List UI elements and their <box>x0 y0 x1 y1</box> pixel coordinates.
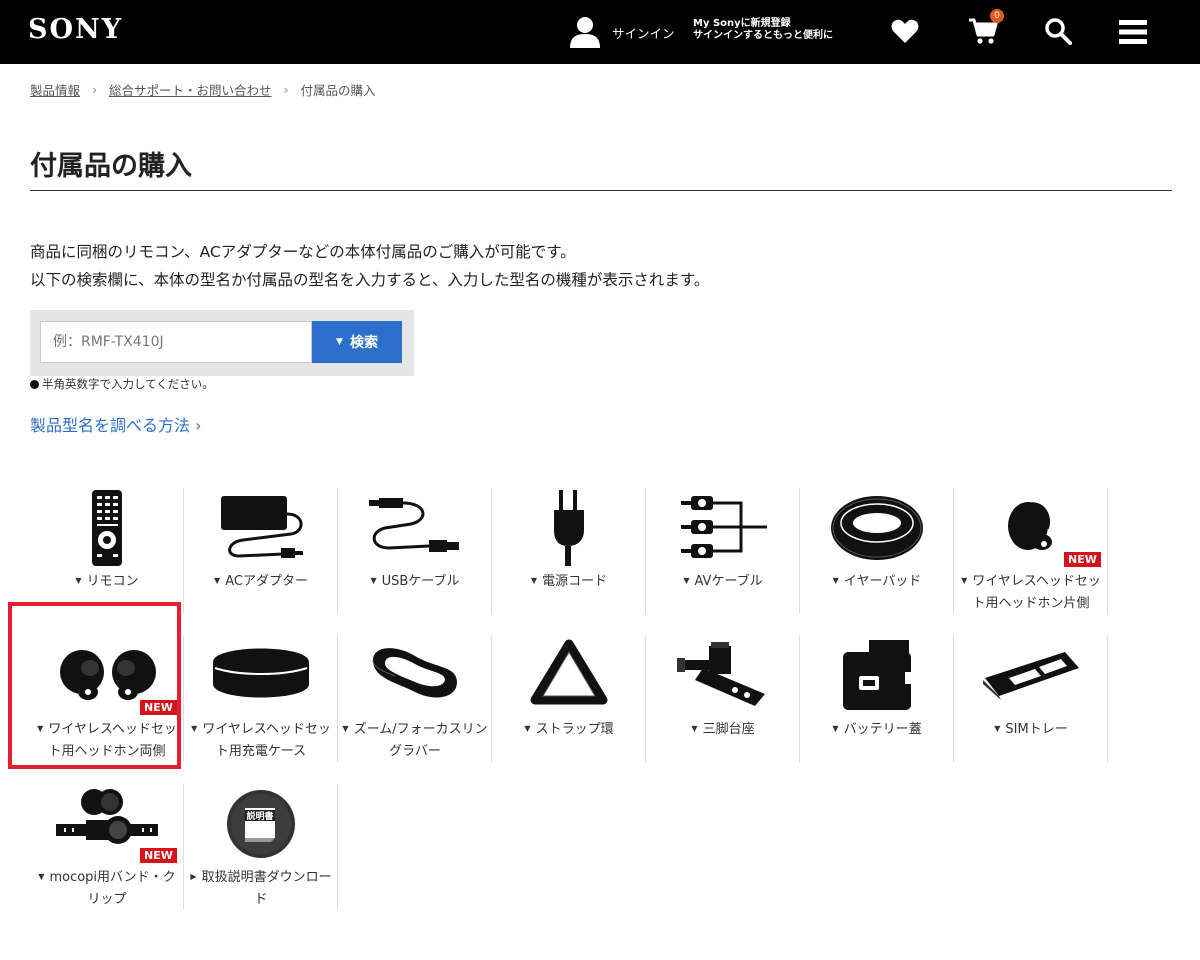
ac-adapter-icon <box>221 496 303 558</box>
manual-icon: 説明書 <box>227 790 295 858</box>
strap-ring-icon <box>530 639 608 705</box>
breadcrumb-separator: › <box>283 82 289 97</box>
highlight-frame <box>8 602 181 769</box>
description-line-1: 商品に同梱のリモコン、ACアダプターなどの本体付属品のご購入が可能です。 <box>30 243 576 261</box>
category-av-cable[interactable]: ▼ AVケーブル <box>646 488 800 628</box>
caret-down-icon: ▼ <box>994 724 1001 733</box>
category-charging-case[interactable]: ▼ ワイヤレスヘッドセット用充電ケース <box>184 636 338 776</box>
title-divider <box>30 190 1172 191</box>
cart-count-badge: 0 <box>990 9 1004 23</box>
mysony-line1: My Sonyに新規登録 <box>693 18 791 29</box>
category-label: リモコン <box>86 574 139 589</box>
breadcrumb-product-info[interactable]: 製品情報 <box>30 80 80 99</box>
breadcrumb: 製品情報 › 総合サポート・お問い合わせ › 付属品の購入 <box>30 80 376 99</box>
global-header: SONY サインイン My Sonyに新規登録 サインインするともっと便利に 0 <box>0 0 1200 64</box>
tripod-mount-icon <box>677 642 765 706</box>
category-ac-adapter[interactable]: ▼ ACアダプター <box>184 488 338 628</box>
caret-down-icon: ▼ <box>524 724 531 733</box>
manual-badge-text: 説明書 <box>246 810 273 822</box>
caret-down-icon: ▼ <box>75 576 82 585</box>
description-line-2: 以下の検索欄に、本体の型名か付属品の型名を入力すると、入力した型名の機種が表示さ… <box>30 271 710 289</box>
category-label: ACアダプター <box>225 574 308 589</box>
new-badge: NEW <box>140 848 177 863</box>
ring-rubber-icon <box>372 648 457 698</box>
caret-down-icon: ▼ <box>336 337 343 347</box>
mysony-line2: サインインするともっと便利に <box>693 30 833 41</box>
mocopi-band-icon <box>56 789 158 844</box>
charging-case-icon <box>213 648 309 698</box>
caret-right-icon: ▶ <box>190 872 197 881</box>
caret-down-icon: ▼ <box>214 576 221 585</box>
category-label: ストラップ環 <box>535 722 614 737</box>
av-cable-icon <box>681 496 767 558</box>
breadcrumb-separator: › <box>92 82 98 97</box>
breadcrumb-support[interactable]: 総合サポート・お問い合わせ <box>109 80 272 99</box>
caret-down-icon: ▼ <box>370 576 377 585</box>
user-icon <box>570 17 600 48</box>
power-cord-icon <box>554 490 584 566</box>
category-label: イヤーパッド <box>843 574 922 589</box>
usb-cable-icon <box>369 498 459 552</box>
category-label: バッテリー蓋 <box>843 722 922 737</box>
search-note: 半角英数字で入力してください。 <box>30 376 214 392</box>
search-button-label: 検索 <box>349 335 378 351</box>
sim-tray-icon <box>983 652 1079 700</box>
caret-down-icon: ▼ <box>530 576 538 585</box>
earpad-icon <box>831 496 923 560</box>
category-label: ズーム/フォーカスリングラバー <box>353 722 488 759</box>
category-power-cord[interactable]: ▼ 電源コード <box>492 488 646 628</box>
category-label: ワイヤレスヘッドセット用ヘッドホン片側 <box>972 574 1101 611</box>
mysony-register-link[interactable]: My Sonyに新規登録 サインインするともっと便利に <box>693 18 833 42</box>
category-manual-download[interactable]: 説明書 ▶ 取扱説明書ダウンロード <box>184 784 338 924</box>
page-description: 商品に同梱のリモコン、ACアダプターなどの本体付属品のご購入が可能です。 以下の… <box>30 238 709 294</box>
category-label: 電源コード <box>542 574 608 589</box>
search-note-text: 半角英数字で入力してください。 <box>42 377 214 391</box>
caret-down-icon: ▼ <box>38 872 45 881</box>
search-box: ▼ 検索 <box>30 310 414 376</box>
caret-down-icon: ▼ <box>832 576 839 585</box>
category-sim-tray[interactable]: ▼ SIMトレー <box>954 636 1108 776</box>
category-label: SIMトレー <box>1005 722 1068 737</box>
category-label: AVケーブル <box>694 574 763 589</box>
category-label: 三脚台座 <box>702 722 755 737</box>
category-single-earbud[interactable]: NEW ▼ ワイヤレスヘッドセット用ヘッドホン片側 <box>954 488 1108 628</box>
signin-button[interactable]: サインイン <box>568 12 675 52</box>
category-label: ワイヤレスヘッドセット用充電ケース <box>202 722 331 759</box>
caret-down-icon: ▼ <box>832 724 839 733</box>
menu-icon[interactable] <box>1119 19 1147 45</box>
single-earbud-icon <box>1008 502 1052 550</box>
sony-logo[interactable]: SONY <box>28 14 123 45</box>
search-input[interactable] <box>40 321 312 363</box>
caret-down-icon: ▼ <box>191 724 198 733</box>
category-mocopi-band[interactable]: NEW ▼ mocopi用バンド・クリップ <box>30 784 184 924</box>
signin-label: サインイン <box>612 25 675 41</box>
caret-down-icon: ▼ <box>961 576 968 585</box>
new-badge: NEW <box>1064 552 1101 567</box>
caret-down-icon: ▼ <box>691 724 698 733</box>
category-tripod-mount[interactable]: ▼ 三脚台座 <box>646 636 800 776</box>
category-battery-cover[interactable]: ▼ バッテリー蓋 <box>800 636 954 776</box>
category-label: USBケーブル <box>381 574 460 589</box>
caret-down-icon: ▼ <box>683 576 690 585</box>
category-label: mocopi用バンド・クリップ <box>49 870 176 907</box>
category-ring-rubber[interactable]: ▼ ズーム/フォーカスリングラバー <box>338 636 492 776</box>
caret-down-icon: ▼ <box>342 724 349 733</box>
page-title: 付属品の購入 <box>30 151 192 182</box>
category-earpad[interactable]: ▼ イヤーパッド <box>800 488 954 628</box>
breadcrumb-current: 付属品の購入 <box>300 83 376 98</box>
remote-icon <box>92 490 122 566</box>
category-usb-cable[interactable]: ▼ USBケーブル <box>338 488 492 628</box>
category-strap-ring[interactable]: ▼ ストラップ環 <box>492 636 646 776</box>
search-button[interactable]: ▼ 検索 <box>312 321 402 363</box>
heart-icon[interactable] <box>891 18 919 44</box>
search-icon[interactable] <box>1044 17 1072 45</box>
howto-model-name-link[interactable]: 製品型名を調べる方法 › <box>30 412 202 436</box>
bullet-icon <box>30 379 39 389</box>
category-label: 取扱説明書ダウンロード <box>201 870 332 907</box>
battery-cover-icon <box>843 640 911 710</box>
